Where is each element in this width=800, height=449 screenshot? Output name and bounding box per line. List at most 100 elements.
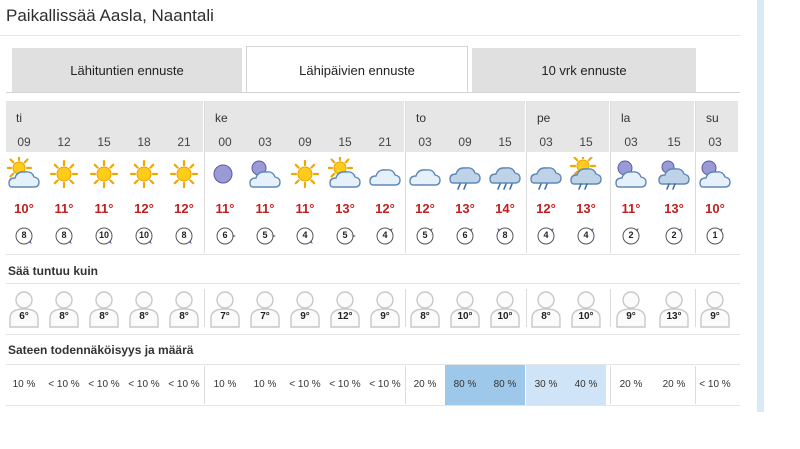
hour-label: 15	[667, 135, 681, 149]
person-icon	[127, 290, 161, 328]
temperature: 12°	[536, 201, 556, 216]
day-separator	[610, 289, 611, 327]
feels-like-value: 9°	[710, 311, 720, 322]
feels-like-value: 12°	[337, 311, 353, 322]
day-name: to	[416, 111, 427, 125]
rain-probability: 10 %	[213, 379, 237, 390]
tab-next-days[interactable]: Lähipäivien ennuste	[246, 46, 468, 93]
day-separator	[405, 289, 406, 327]
tab-short-term[interactable]: Lähituntien ennuste	[12, 48, 242, 93]
cloudy-night-icon	[698, 157, 732, 191]
person-icon	[87, 290, 121, 328]
cloudy-night-icon	[248, 157, 282, 191]
rain-heading: Sateen todennäköisyys ja määrä	[8, 343, 194, 357]
feels-like-value: 9°	[626, 311, 636, 322]
hour-label: 09	[17, 135, 31, 149]
wind-speed: 10	[98, 230, 109, 240]
tab-10-day[interactable]: 10 vrk ennuste	[472, 48, 696, 93]
hour-label: 09	[298, 135, 312, 149]
feels-like-value: 7°	[260, 311, 270, 322]
temperature: 10°	[14, 201, 34, 216]
day-separator	[695, 101, 696, 253]
tab-label: 10 vrk ennuste	[541, 63, 627, 78]
wind-arrow-icon: 2	[619, 224, 643, 248]
wind-speed: 6	[222, 230, 228, 240]
partly-cloudy-icon	[326, 154, 362, 191]
temperature: 11°	[621, 201, 641, 216]
rain-probability: < 10 %	[699, 379, 731, 390]
wind-arrow-icon: 4	[373, 224, 397, 248]
feels-like-value: 8°	[541, 311, 551, 322]
rain-probability: < 10 %	[289, 379, 321, 390]
wind-arrow-icon: 6	[453, 224, 477, 248]
wind-speed: 5	[422, 230, 428, 240]
temperature: 10°	[705, 201, 725, 216]
feels-like-value: 10°	[457, 311, 473, 322]
person-icon	[167, 290, 201, 328]
day-name: ti	[16, 111, 22, 125]
hour-label: 03	[418, 135, 432, 149]
person-icon	[328, 290, 362, 328]
feels-like-value: 9°	[380, 311, 390, 322]
temperature: 12°	[375, 201, 395, 216]
person-icon	[448, 290, 482, 328]
wind-arrow-icon: 4	[574, 224, 598, 248]
wind-arrow-icon: 8	[12, 224, 36, 248]
rain-probability: < 10 %	[369, 379, 401, 390]
feels-like-value: 9°	[300, 311, 310, 322]
wind-arrow-icon: 8	[493, 224, 517, 248]
feels-like-value: 10°	[578, 311, 594, 322]
rain-probability: 30 %	[534, 379, 558, 390]
wind-arrow-icon: 10	[132, 224, 156, 248]
wind-arrow-icon: 6	[213, 224, 237, 248]
wind-arrow-icon: 4	[293, 224, 317, 248]
feels-like-value: 10°	[497, 311, 513, 322]
person-icon	[47, 290, 81, 328]
day-separator	[204, 101, 205, 253]
wind-speed: 8	[502, 230, 508, 240]
temperature: 11°	[54, 201, 74, 216]
hour-label: 09	[458, 135, 472, 149]
hour-label: 18	[137, 135, 151, 149]
feels-like-value: 8°	[99, 311, 109, 322]
hour-label: 03	[624, 135, 638, 149]
wind-speed: 1	[712, 230, 718, 240]
wind-arrow-icon: 5	[413, 224, 437, 248]
rain-probability: 40 %	[574, 379, 598, 390]
tabs-divider	[6, 92, 740, 93]
feels-like-value: 13°	[666, 311, 682, 322]
person-icon	[569, 290, 603, 328]
section-divider	[6, 334, 740, 335]
feels-like-value: 8°	[139, 311, 149, 322]
section-divider	[6, 405, 740, 406]
day-separator	[204, 289, 205, 327]
sun-icon	[127, 157, 161, 191]
hour-label: 03	[258, 135, 272, 149]
section-divider	[6, 283, 740, 284]
day-name: pe	[537, 111, 551, 125]
hour-label: 21	[378, 135, 392, 149]
temperature: 12°	[415, 201, 435, 216]
wind-speed: 4	[583, 230, 589, 240]
wind-arrow-icon: 5	[333, 224, 357, 248]
wind-speed: 10	[138, 230, 149, 240]
wind-arrow-icon: 8	[52, 224, 76, 248]
temperature: 13°	[576, 201, 596, 216]
temperature: 13°	[335, 201, 355, 216]
feels-like-value: 8°	[179, 311, 189, 322]
day-separator	[695, 289, 696, 327]
person-icon	[368, 290, 402, 328]
wind-arrow-icon: 5	[253, 224, 277, 248]
day-name: ke	[215, 111, 228, 125]
temperature: 14°	[495, 201, 515, 216]
rain-probability: 80 %	[493, 379, 517, 390]
wind-speed: 4	[302, 230, 308, 240]
scrollbar-track[interactable]	[757, 0, 764, 412]
temperature: 12°	[134, 201, 154, 216]
wind-arrow-icon: 8	[172, 224, 196, 248]
rain-probability: < 10 %	[168, 379, 200, 390]
page-title: Paikallissää Aasla, Naantali	[6, 6, 214, 25]
rain-probability: 20 %	[413, 379, 437, 390]
rain-probability: 10 %	[253, 379, 277, 390]
hour-label: 15	[338, 135, 352, 149]
